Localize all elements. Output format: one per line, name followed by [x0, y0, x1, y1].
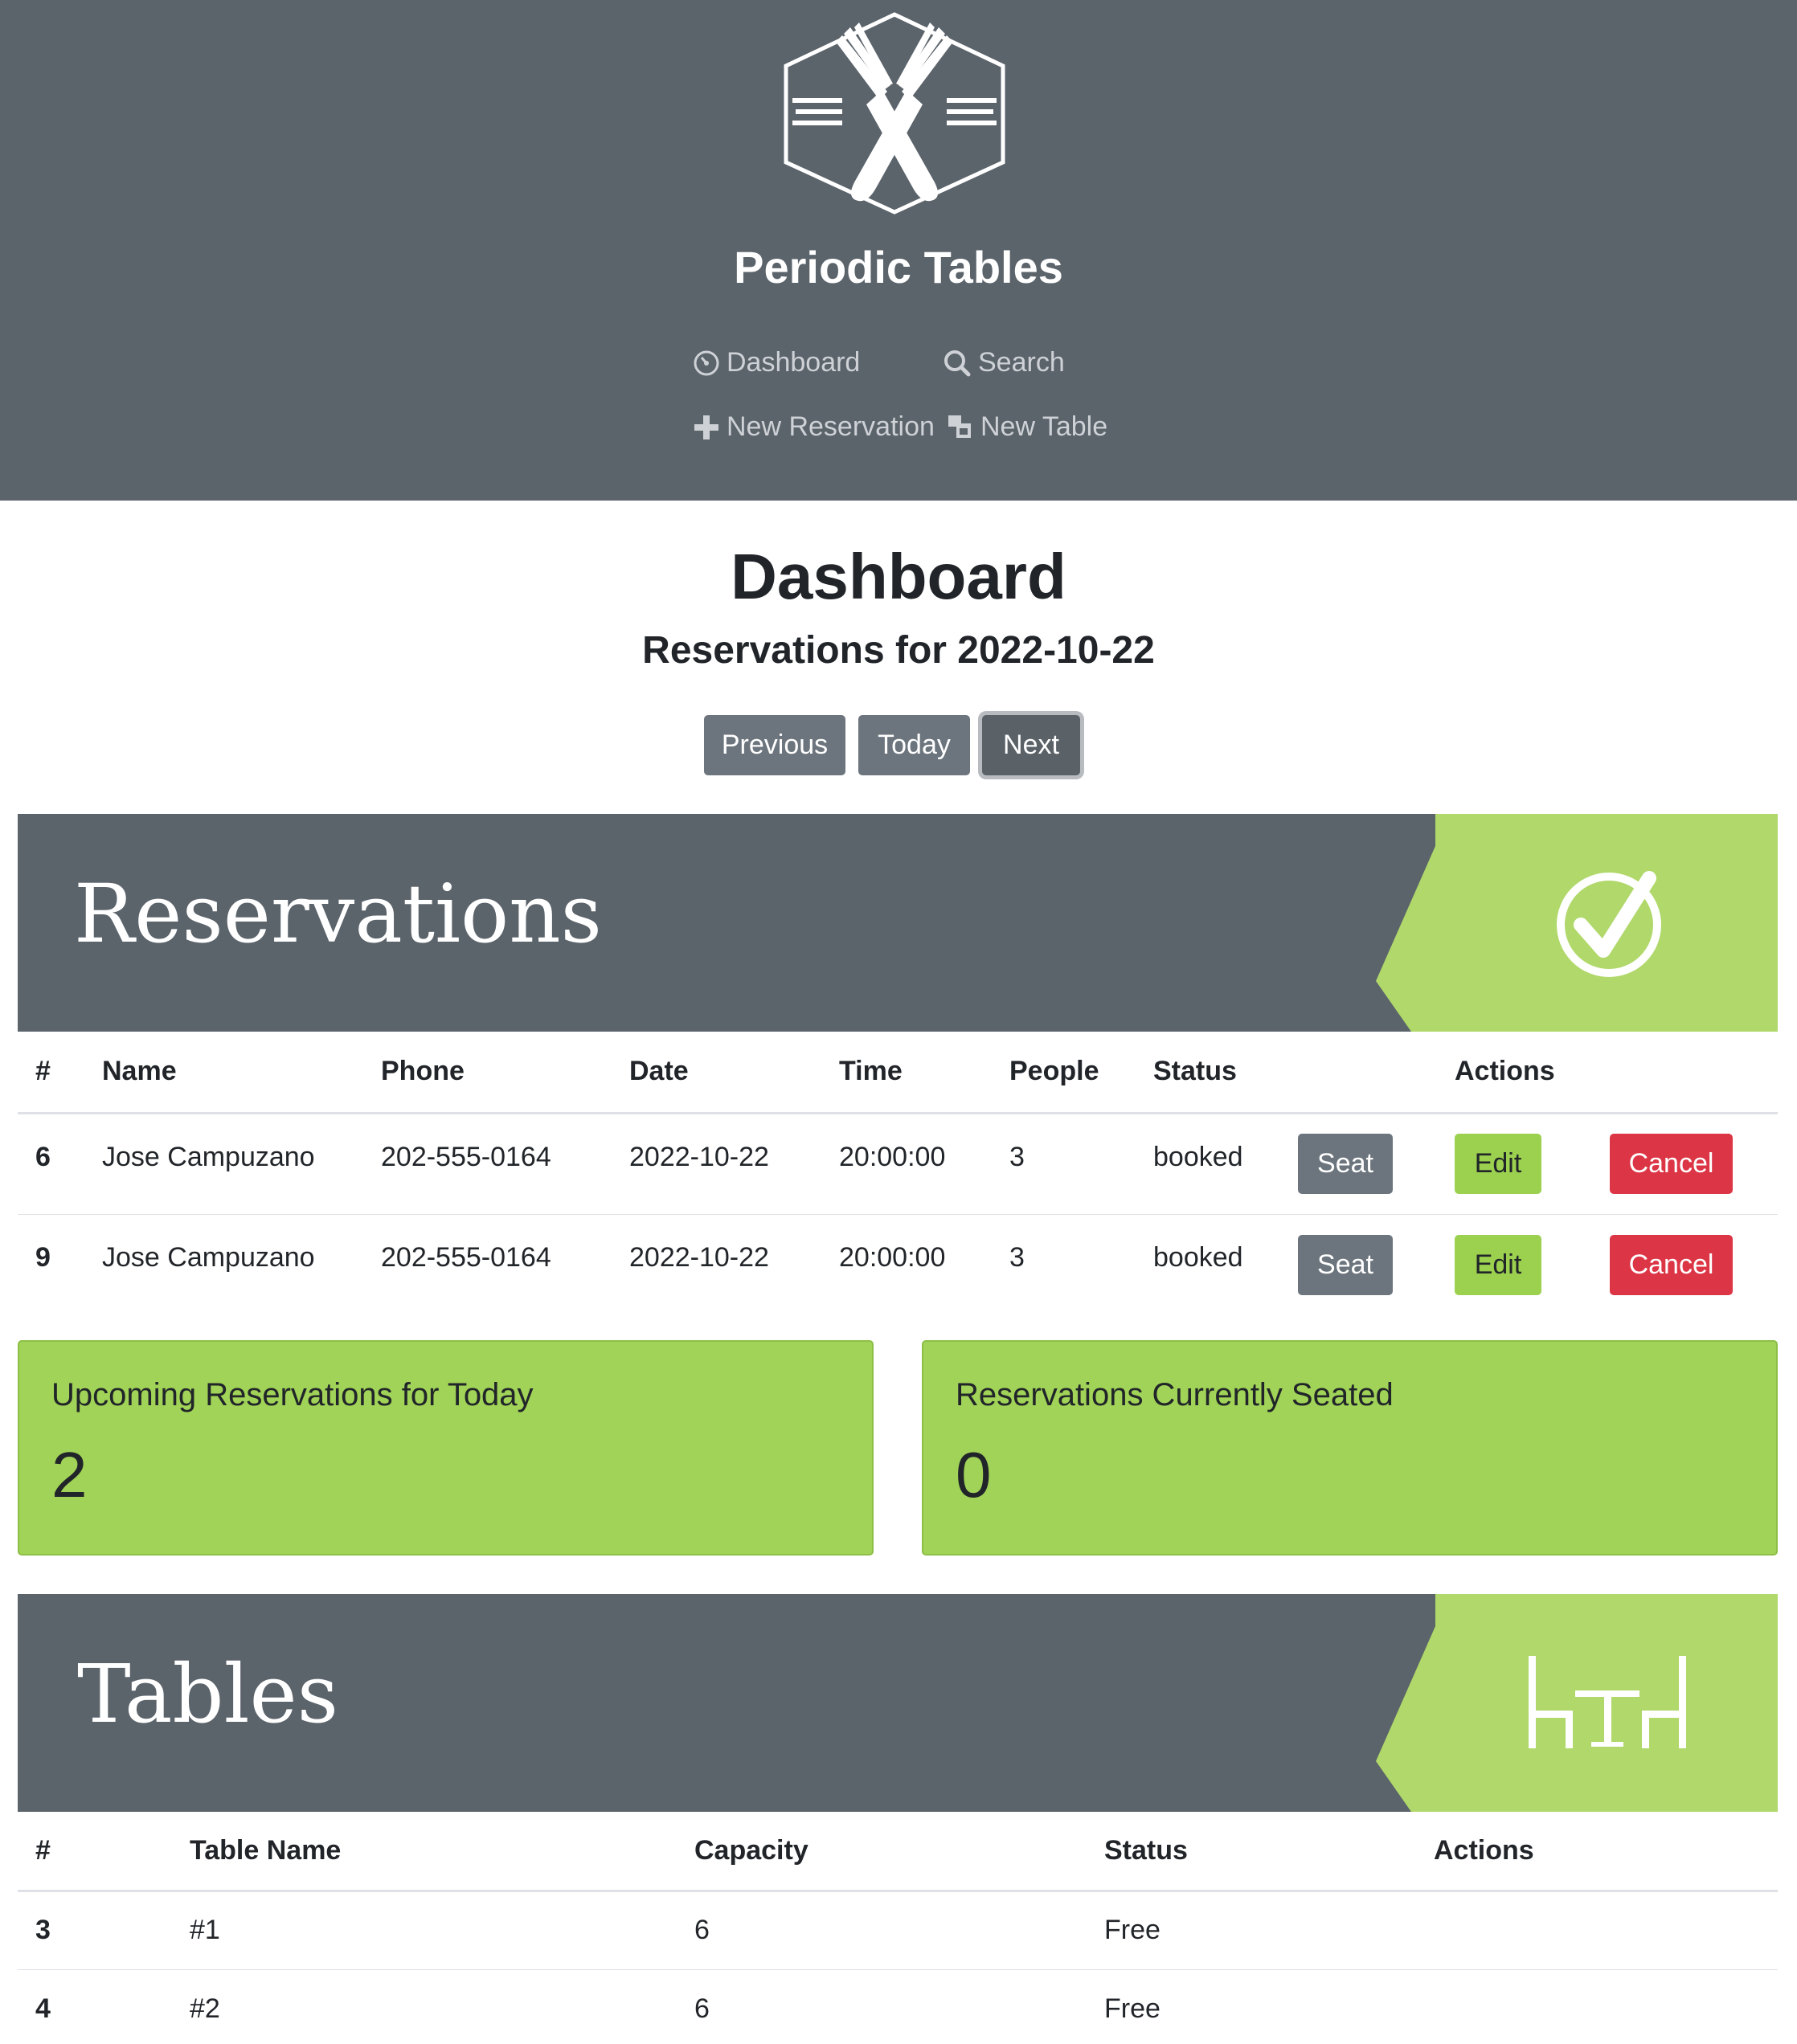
reservations-date-subtitle: Reservations for 2022-10-22	[642, 629, 1155, 672]
reservation-time: 20:00:00	[839, 1141, 946, 1172]
previous-button[interactable]: Previous	[704, 715, 845, 775]
table-status: Free	[1104, 1993, 1160, 2024]
edit-button[interactable]: Edit	[1455, 1234, 1541, 1295]
plus-icon	[694, 415, 718, 439]
top-navbar: Periodic Tables Dashboard Search New Res…	[0, 0, 1797, 501]
reservation-name: Jose Campuzano	[102, 1141, 315, 1172]
today-button[interactable]: Today	[858, 715, 970, 775]
col-header-capacity: Capacity	[694, 1834, 808, 1866]
col-header-people: People	[1009, 1056, 1099, 1087]
tables-banner-title: Tables	[77, 1647, 339, 1741]
col-header-id: #	[35, 1056, 51, 1087]
table-name: #1	[190, 1915, 220, 1945]
reservation-status: booked	[1153, 1241, 1243, 1273]
reservation-phone: 202-555-0164	[381, 1241, 551, 1273]
reservation-id: 6	[35, 1141, 51, 1172]
table-actions	[1434, 1969, 1778, 2044]
table-id: 3	[35, 1915, 51, 1945]
table-actions	[1434, 1891, 1778, 1969]
nav-dashboard[interactable]: Dashboard	[693, 347, 860, 378]
cancel-button[interactable]: Cancel	[1610, 1234, 1733, 1295]
table-capacity: 6	[694, 1915, 710, 1945]
cancel-button[interactable]: Cancel	[1610, 1134, 1733, 1194]
col-header-actions: Actions	[1434, 1834, 1534, 1866]
reservation-time: 20:00:00	[839, 1241, 946, 1273]
upcoming-reservations-card: Upcoming Reservations for Today 2	[18, 1340, 874, 1555]
nav-new-table[interactable]: New Table	[947, 411, 1107, 443]
reservation-name: Jose Campuzano	[102, 1241, 315, 1273]
table-row: 9 Jose Campuzano 202-555-0164 2022-10-22…	[18, 1214, 1778, 1315]
col-header-time: Time	[839, 1056, 903, 1087]
table-name: #2	[190, 1993, 220, 2024]
col-header-date: Date	[629, 1056, 689, 1087]
seated-reservations-card: Reservations Currently Seated 0	[922, 1340, 1778, 1555]
reservation-id: 9	[35, 1241, 51, 1273]
reservation-phone: 202-555-0164	[381, 1141, 551, 1172]
col-header-table-name: Table Name	[190, 1834, 342, 1866]
table-icon	[948, 415, 971, 438]
tables-banner: Tables	[18, 1594, 1778, 1812]
col-header-name: Name	[102, 1056, 177, 1087]
col-header-status: Status	[1153, 1056, 1237, 1087]
nav-dashboard-label: Dashboard	[727, 347, 861, 378]
upcoming-reservations-count: 2	[51, 1439, 88, 1511]
banner-accent	[1376, 1594, 1778, 1812]
table-row: 4 #2 6 Free	[18, 1969, 1778, 2044]
nav-search[interactable]: Search	[943, 347, 1065, 378]
reservation-date: 2022-10-22	[629, 1141, 769, 1172]
forks-logo-icon[interactable]	[778, 10, 1011, 215]
table-row: 3 #1 6 Free	[18, 1891, 1778, 1969]
tables-table: # Table Name Capacity Status Actions 3 #…	[18, 1812, 1778, 2044]
col-header-blank	[1298, 1032, 1455, 1113]
upcoming-reservations-label: Upcoming Reservations for Today	[51, 1377, 534, 1412]
table-row: 6 Jose Campuzano 202-555-0164 2022-10-22…	[18, 1113, 1778, 1214]
nav-new-table-label: New Table	[980, 411, 1108, 442]
table-id: 4	[35, 1993, 51, 2024]
search-icon	[944, 350, 971, 376]
reservations-banner: Reservations	[18, 814, 1778, 1032]
reservations-table: # Name Phone Date Time People Status Act…	[18, 1032, 1778, 1315]
reservations-banner-title: Reservations	[74, 867, 602, 961]
col-header-blank-2	[1610, 1032, 1778, 1113]
reservation-people: 3	[1009, 1241, 1025, 1273]
col-header-phone: Phone	[381, 1056, 465, 1087]
seat-button[interactable]: Seat	[1298, 1134, 1393, 1194]
nav-new-reservation[interactable]: New Reservation	[693, 411, 935, 443]
col-header-status: Status	[1104, 1834, 1188, 1866]
reservation-status: booked	[1153, 1141, 1243, 1172]
page-title: Dashboard	[731, 541, 1066, 612]
banner-accent	[1376, 814, 1778, 1032]
reservation-people: 3	[1009, 1141, 1025, 1172]
nav-new-reservation-label: New Reservation	[727, 411, 935, 442]
next-button[interactable]: Next	[982, 715, 1080, 775]
table-header-row: # Name Phone Date Time People Status Act…	[18, 1032, 1778, 1113]
brand-title[interactable]: Periodic Tables	[0, 241, 1797, 293]
nav-search-label: Search	[978, 347, 1065, 378]
dashboard-icon	[694, 350, 719, 375]
seated-reservations-count: 0	[956, 1439, 992, 1511]
table-header-row: # Table Name Capacity Status Actions	[18, 1812, 1778, 1891]
edit-button[interactable]: Edit	[1455, 1134, 1541, 1194]
reservation-date: 2022-10-22	[629, 1241, 769, 1273]
table-capacity: 6	[694, 1993, 710, 2024]
col-header-id: #	[35, 1834, 51, 1866]
col-header-actions: Actions	[1455, 1056, 1555, 1087]
table-status: Free	[1104, 1915, 1160, 1945]
seated-reservations-label: Reservations Currently Seated	[956, 1377, 1394, 1412]
seat-button[interactable]: Seat	[1298, 1234, 1393, 1295]
